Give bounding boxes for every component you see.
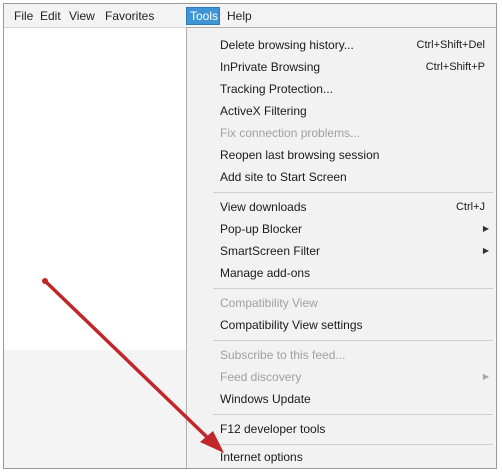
menu-bar: File Edit View Favorites Tools Help xyxy=(4,4,496,28)
menu-item-label: F12 developer tools xyxy=(220,422,326,436)
chevron-right-icon: ▶ xyxy=(482,372,489,381)
menu-item-tracking-protection[interactable]: Tracking Protection... xyxy=(213,78,495,100)
menu-item-activex-filtering[interactable]: ActiveX Filtering xyxy=(213,100,495,122)
menu-separator xyxy=(213,192,493,193)
menu-tools[interactable]: Tools xyxy=(186,7,220,25)
menu-item-label: Compatibility View settings xyxy=(220,318,363,332)
menu-item-label: Manage add-ons xyxy=(220,266,311,280)
menu-item-inprivate-browsing[interactable]: InPrivate Browsing Ctrl+Shift+P xyxy=(213,56,495,78)
menu-item-compatibility-view: Compatibility View xyxy=(213,292,495,314)
menu-item-label: Add site to Start Screen xyxy=(220,170,347,184)
menu-item-f12-developer-tools[interactable]: F12 developer tools xyxy=(213,418,495,440)
menu-item-label: Subscribe to this feed... xyxy=(220,348,346,362)
menu-item-feed-discovery: Feed discovery ▶ xyxy=(213,366,495,388)
menu-separator xyxy=(213,288,493,289)
menu-item-fix-connection-problems: Fix connection problems... xyxy=(213,122,495,144)
menu-item-view-downloads[interactable]: View downloads Ctrl+J xyxy=(213,196,495,218)
menu-item-label: Windows Update xyxy=(220,392,311,406)
menu-separator xyxy=(213,444,493,445)
menu-item-reopen-last-session[interactable]: Reopen last browsing session xyxy=(213,144,495,166)
menu-item-label: Compatibility View xyxy=(220,296,318,310)
menu-separator xyxy=(213,414,493,415)
menu-item-smartscreen-filter[interactable]: SmartScreen Filter ▶ xyxy=(213,240,495,262)
menu-separator xyxy=(213,340,493,341)
tools-dropdown-menu: Delete browsing history... Ctrl+Shift+De… xyxy=(186,27,496,468)
menu-item-label: Reopen last browsing session xyxy=(220,148,380,162)
menu-file[interactable]: File xyxy=(11,7,33,25)
chevron-right-icon: ▶ xyxy=(482,246,489,255)
menu-item-label: Pop-up Blocker xyxy=(220,222,303,236)
menu-item-label: Internet options xyxy=(220,450,303,464)
menu-item-subscribe-to-feed: Subscribe to this feed... xyxy=(213,344,495,366)
menu-item-shortcut: Ctrl+Shift+Del xyxy=(416,39,485,51)
menu-item-label: Feed discovery xyxy=(220,370,302,384)
menu-item-popup-blocker[interactable]: Pop-up Blocker ▶ xyxy=(213,218,495,240)
menu-item-label: View downloads xyxy=(220,200,307,214)
menu-edit[interactable]: Edit xyxy=(37,7,62,25)
menu-item-windows-update[interactable]: Windows Update xyxy=(213,388,495,410)
menu-item-label: Delete browsing history... xyxy=(220,38,354,52)
menu-item-label: Fix connection problems... xyxy=(220,126,361,140)
menu-view[interactable]: View xyxy=(66,7,98,25)
menu-item-label: ActiveX Filtering xyxy=(220,104,307,118)
menu-item-label: InPrivate Browsing xyxy=(220,60,321,74)
menu-icon-gutter xyxy=(187,28,211,468)
menu-item-shortcut: Ctrl+J xyxy=(455,201,485,213)
menu-item-compatibility-view-settings[interactable]: Compatibility View settings xyxy=(213,314,495,336)
menu-item-add-site-to-start-screen[interactable]: Add site to Start Screen xyxy=(213,166,495,188)
menu-item-shortcut: Ctrl+Shift+P xyxy=(425,61,485,73)
menu-item-internet-options[interactable]: Internet options xyxy=(213,446,495,468)
chevron-right-icon: ▶ xyxy=(482,224,489,233)
browser-window: File Edit View Favorites Tools Help Dele… xyxy=(3,3,497,469)
menu-help[interactable]: Help xyxy=(224,7,260,25)
menu-favorites[interactable]: Favorites xyxy=(102,7,182,25)
menu-item-delete-browsing-history[interactable]: Delete browsing history... Ctrl+Shift+De… xyxy=(213,34,495,56)
menu-item-manage-add-ons[interactable]: Manage add-ons xyxy=(213,262,495,284)
menu-item-label: SmartScreen Filter xyxy=(220,244,321,258)
menu-item-label: Tracking Protection... xyxy=(220,82,333,96)
